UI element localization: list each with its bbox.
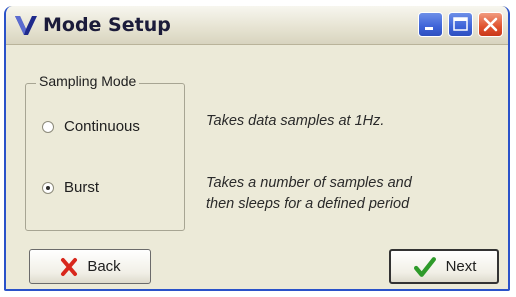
window-title: Mode Setup bbox=[43, 14, 171, 36]
minimize-icon bbox=[425, 27, 433, 30]
radio-burst[interactable]: Burst bbox=[42, 179, 99, 196]
green-check-icon bbox=[413, 256, 436, 277]
burst-description-line-2: then sleeps for a defined period bbox=[206, 196, 410, 212]
next-button[interactable]: Next bbox=[389, 249, 499, 284]
back-button[interactable]: Back bbox=[29, 249, 151, 284]
v-logo-icon bbox=[15, 16, 37, 35]
close-button[interactable] bbox=[478, 12, 503, 37]
mode-setup-window: Mode Setup Sampling Mode Continuous Burs… bbox=[4, 6, 510, 291]
radio-burst-label: Burst bbox=[64, 179, 100, 196]
maximize-icon bbox=[453, 17, 468, 31]
title-bar[interactable]: Mode Setup bbox=[6, 6, 508, 45]
burst-description-line-1: Takes a number of samples and bbox=[206, 175, 412, 191]
continuous-description: Takes data samples at 1Hz. bbox=[206, 113, 385, 129]
red-x-icon bbox=[61, 257, 78, 276]
sampling-mode-legend: Sampling Mode bbox=[36, 73, 140, 89]
next-button-label: Next bbox=[445, 258, 477, 275]
close-icon bbox=[483, 17, 498, 32]
sampling-mode-group bbox=[25, 83, 185, 231]
back-button-label: Back bbox=[87, 258, 121, 275]
radio-button-checked[interactable] bbox=[42, 181, 54, 194]
burst-description: Takes a number of samples and then sleep… bbox=[206, 173, 412, 215]
radio-continuous-label: Continuous bbox=[64, 118, 140, 135]
maximize-button[interactable] bbox=[448, 12, 473, 37]
radio-button-unchecked[interactable] bbox=[42, 120, 54, 133]
radio-continuous[interactable]: Continuous bbox=[42, 118, 140, 135]
minimize-button[interactable] bbox=[418, 12, 443, 37]
